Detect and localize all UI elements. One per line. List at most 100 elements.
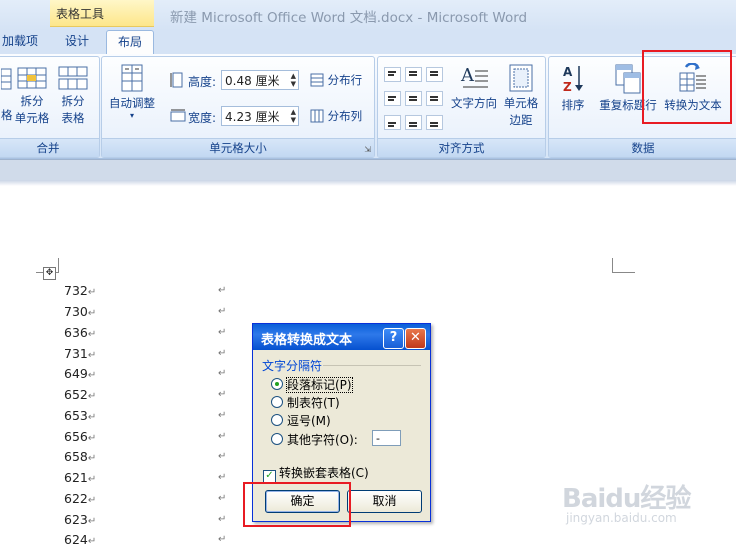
text-direction-icon: A — [460, 65, 488, 88]
cell-size-group: 自动调整 ▾ 高度: 0.48 厘米 ▲ ▼ 宽度: 4.23 厘米 ▲ ▼ 分布行 — [101, 56, 375, 158]
radio-tab[interactable]: 制表符(T) — [271, 394, 340, 411]
split-table-icon — [58, 66, 88, 90]
table-row[interactable]: 636↵ — [64, 325, 96, 340]
align-top-right-button[interactable] — [426, 67, 443, 82]
text-direction-button[interactable]: A 文字方向 — [448, 63, 500, 112]
table-row[interactable]: 732↵ — [64, 283, 96, 298]
radio-other-char[interactable]: 其他字符(O): — [271, 431, 358, 448]
svg-text:Z: Z — [563, 80, 572, 94]
auto-fit-button[interactable]: 自动调整 ▾ — [106, 63, 158, 120]
radio-paragraph-mark[interactable]: 段落标记(P) — [271, 376, 353, 393]
auto-fit-icon — [121, 64, 143, 92]
table-row[interactable]: 621↵ — [64, 470, 96, 485]
cell-size-group-label: 单元格大小 — [102, 138, 374, 157]
split-cells-label-2: 单元格 — [14, 111, 50, 125]
merge-partial-label: 格 — [1, 108, 13, 122]
auto-fit-label: 自动调整 — [109, 96, 155, 110]
distribute-columns-button[interactable]: 分布列 — [310, 108, 362, 128]
dialog-title-bar[interactable]: 表格转换成文本 ? ✕ — [253, 324, 430, 350]
table-row[interactable]: 653↵ — [64, 408, 96, 423]
split-cells-icon — [17, 67, 47, 89]
column-width-icon — [170, 109, 186, 126]
height-label: 高度: — [188, 75, 217, 89]
table-row[interactable]: 622↵ — [64, 491, 96, 506]
tab-addins[interactable]: 加载项 — [0, 30, 40, 54]
title-bar: 表格工具 新建 Microsoft Office Word 文档.docx - … — [0, 0, 736, 30]
close-button[interactable]: ✕ — [405, 328, 426, 349]
distribute-rows-icon — [310, 73, 324, 92]
convert-nested-tables-checkbox[interactable]: ✓ 转换嵌套表格(C) — [263, 464, 369, 483]
merge-group-label: 合并 — [0, 138, 99, 157]
column-width-stepper[interactable]: 4.23 厘米 ▲ ▼ — [221, 106, 299, 126]
align-top-left-button[interactable] — [384, 67, 401, 82]
merge-cells-button-partial[interactable]: 格 — [1, 65, 13, 124]
page-shadow — [0, 180, 736, 186]
margin-corner-mark-right — [612, 258, 635, 273]
distribute-rows-label: 分布行 — [327, 73, 363, 87]
align-middle-right-button[interactable] — [426, 91, 443, 106]
text-direction-label: 文字方向 — [451, 96, 497, 110]
cell-end-mark: ↵ — [218, 431, 227, 442]
radio-icon[interactable] — [271, 433, 283, 445]
cell-end-mark: ↵ — [218, 285, 227, 296]
cell-end-mark: ↵ — [218, 472, 227, 483]
alignment-group: A 文字方向 单元格 边距 对齐方式 — [377, 56, 546, 158]
convert-to-text-highlight — [642, 50, 732, 124]
alignment-group-label: 对齐方式 — [378, 138, 545, 157]
align-bottom-center-button[interactable] — [405, 115, 422, 130]
table-row[interactable]: 652↵ — [64, 387, 96, 402]
baidu-watermark: Baidu经验 jingyan.baidu.com — [562, 478, 732, 528]
dialog-launcher-icon[interactable]: ⇲ — [364, 145, 371, 154]
radio-comma[interactable]: 逗号(M) — [271, 412, 331, 429]
cell-margins-icon — [509, 64, 533, 92]
ribbon-tab-bar: 加载项 设计 布局 — [0, 30, 736, 56]
cell-margins-label-2: 边距 — [509, 113, 533, 127]
cancel-button[interactable]: 取消 — [347, 490, 422, 513]
cell-end-mark: ↵ — [218, 348, 227, 359]
align-top-center-button[interactable] — [405, 67, 422, 82]
sort-label: 排序 — [561, 98, 585, 112]
table-tools-context-label: 表格工具 — [50, 0, 154, 27]
radio-selected-icon[interactable] — [271, 378, 283, 390]
table-move-handle-icon[interactable]: ✥ — [43, 267, 56, 280]
cell-end-mark: ↵ — [218, 514, 227, 525]
table-row[interactable]: 624↵ — [64, 532, 96, 547]
tab-design[interactable]: 设计 — [56, 30, 98, 54]
table-row[interactable]: 623↵ — [64, 512, 96, 527]
table-row[interactable]: 656↵ — [64, 429, 96, 444]
cell-margins-label-1: 单元格 — [503, 96, 539, 110]
cell-end-mark: ↵ — [218, 368, 227, 379]
split-table-button[interactable]: 拆分 表格 — [55, 65, 91, 127]
align-bottom-left-button[interactable] — [384, 115, 401, 130]
align-middle-center-button[interactable] — [405, 91, 422, 106]
watermark-url: jingyan.baidu.com — [566, 511, 677, 525]
ok-button-highlight — [243, 482, 351, 527]
stepper-arrows-icon[interactable]: ▲ ▼ — [291, 72, 296, 88]
other-char-input[interactable]: - — [372, 430, 401, 446]
sort-az-icon: A Z — [563, 65, 583, 94]
table-row[interactable]: 658↵ — [64, 449, 96, 464]
split-table-label-1: 拆分 — [61, 94, 85, 108]
tab-layout[interactable]: 布局 — [106, 30, 154, 56]
data-group-label: 数据 — [549, 138, 736, 157]
watermark-brand: Baidu经验 — [562, 484, 691, 514]
split-cells-button[interactable]: 拆分 单元格 — [13, 65, 51, 127]
help-button[interactable]: ? — [383, 328, 404, 349]
table-row[interactable]: 731↵ — [64, 346, 96, 361]
sort-button[interactable]: A Z 排序 — [555, 63, 591, 114]
align-middle-left-button[interactable] — [384, 91, 401, 106]
radio-icon[interactable] — [271, 414, 283, 426]
auto-fit-dropdown-icon: ▾ — [129, 111, 134, 120]
distribute-rows-button[interactable]: 分布行 — [310, 72, 362, 92]
radio-icon[interactable] — [271, 396, 283, 408]
cell-end-mark: ↵ — [218, 493, 227, 504]
stepper-arrows-icon[interactable]: ▲ ▼ — [291, 108, 296, 124]
cell-end-mark: ↵ — [218, 534, 227, 545]
row-height-stepper[interactable]: 0.48 厘米 ▲ ▼ — [221, 70, 299, 90]
align-bottom-right-button[interactable] — [426, 115, 443, 130]
cell-margins-button[interactable]: 单元格 边距 — [500, 63, 542, 129]
table-row[interactable]: 649↵ — [64, 366, 96, 381]
table-row[interactable]: 730↵ — [64, 304, 96, 319]
cell-end-mark: ↵ — [218, 327, 227, 338]
group-divider — [323, 365, 421, 366]
